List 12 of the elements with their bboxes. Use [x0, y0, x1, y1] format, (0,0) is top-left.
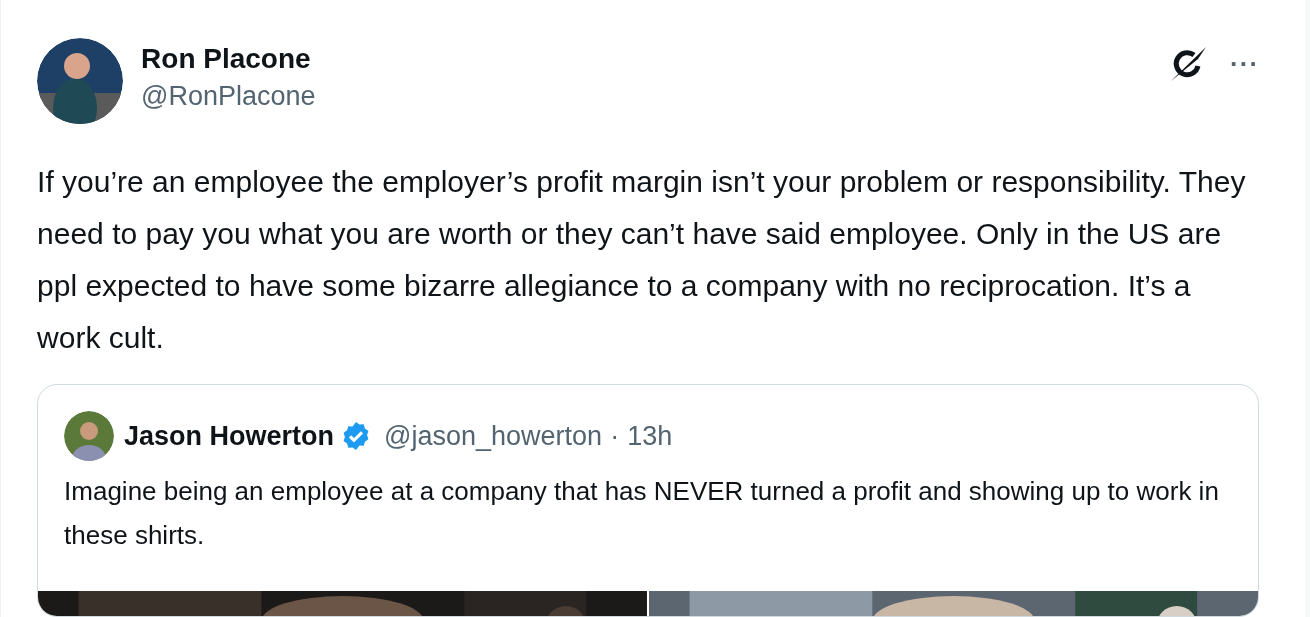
more-button[interactable]: ··· — [1230, 51, 1260, 77]
post-text: If you’re an employee the employer’s profit margin isn’t your problem or responsibility. They need to pay you what you are worth or they can’t have said employee. Only in the US are ppl expected to have some bizarre allegiance to a company with no reciprocation. It’s a work cult. — [37, 164, 1247, 356]
quoted-author-handle: @jason_howerton — [384, 419, 603, 453]
quoted-post[interactable]: Jason Howerton @jason_howerton · 13h Imagine being an employee at a company that has NEVER turned a profit and showing up to work in these shirts. — [37, 384, 1260, 617]
post-time: 13h — [627, 419, 673, 453]
quoted-author-name: Jason Howerton — [124, 419, 335, 453]
avatar[interactable] — [37, 38, 124, 124]
author-handle[interactable]: @RonPlacone — [141, 77, 316, 115]
avatar — [64, 411, 115, 461]
quoted-text: Imagine being an employee at a company that has NEVER turned a profit and showing up to work in these shirts. — [63, 475, 1220, 552]
separator: · — [610, 419, 620, 453]
author-name[interactable]: Ron Placone — [141, 41, 316, 77]
